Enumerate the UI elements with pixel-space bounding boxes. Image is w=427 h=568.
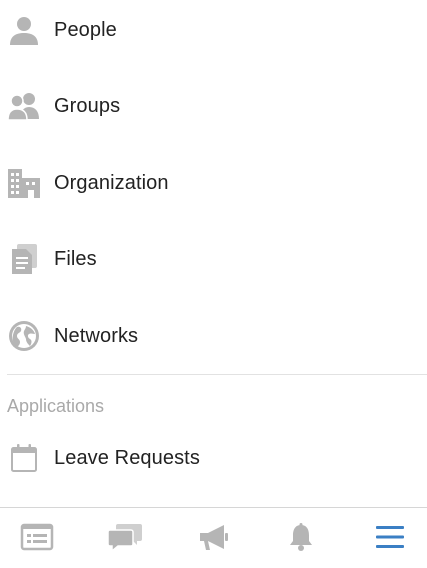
menu-item-label: Groups [54,94,121,117]
tab-messages[interactable] [105,522,145,556]
hamburger-menu-icon [375,524,405,555]
menu-item-label: People [54,18,117,41]
menu-item-organization[interactable]: Organization [0,153,427,213]
menu-item-people[interactable]: People [0,0,427,60]
bell-icon [286,522,316,557]
megaphone-icon [196,522,230,557]
divider [7,374,427,375]
person-icon [7,13,41,47]
tab-announcements[interactable] [193,522,233,556]
menu-item-label: Networks [54,324,139,347]
menu-item-networks[interactable]: Networks [0,306,427,366]
tab-menu[interactable] [370,522,410,556]
menu-item-label: Leave Requests [54,446,200,469]
feed-icon [20,523,54,556]
menu-item-files[interactable]: Files [0,229,427,289]
bottom-tab-bar [0,507,427,568]
tab-notifications[interactable] [281,522,321,556]
calendar-icon [7,441,41,475]
building-icon [7,166,41,200]
menu-item-leave-requests[interactable]: Leave Requests [0,428,427,488]
chat-icon [107,522,143,557]
menu-item-groups[interactable]: Groups [0,76,427,136]
menu-item-label: Files [54,247,97,270]
file-icon [7,242,41,276]
group-icon [7,89,41,123]
globe-icon [7,319,41,353]
tab-feed[interactable] [17,522,57,556]
menu-item-label: Organization [54,171,169,194]
section-header-applications: Applications [7,396,105,416]
